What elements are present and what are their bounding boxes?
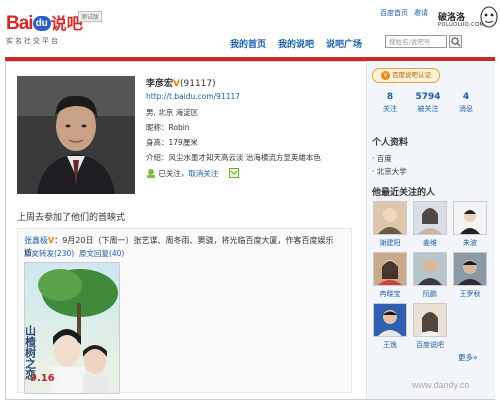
avatar xyxy=(413,252,447,286)
baidu-home-link[interactable]: 百度首页 xyxy=(380,9,408,17)
stat-messages-value: 4 xyxy=(462,92,470,102)
avatar xyxy=(373,201,407,235)
follow-item[interactable]: 谢建阳 xyxy=(371,201,409,248)
follow-item[interactable]: 阮鹏 xyxy=(411,252,449,299)
avatar xyxy=(453,252,487,286)
follow-name: 冉晓宝 xyxy=(379,290,401,298)
avatar xyxy=(373,303,407,337)
profile-avatar xyxy=(17,76,135,194)
stat-messages[interactable]: 4 消息 xyxy=(448,92,484,114)
verified-v-icon: V xyxy=(173,79,180,89)
search-button[interactable] xyxy=(449,35,462,48)
follow-name: 王罗秋 xyxy=(459,290,481,298)
nav-my-shuoba[interactable]: 我的说吧 xyxy=(278,40,314,50)
follow-name: 阮鹏 xyxy=(423,290,437,298)
personal-item: · 北京大学 xyxy=(372,167,407,176)
unfollow-link[interactable]: 取消关注 xyxy=(188,169,218,178)
message-icon[interactable] xyxy=(228,168,239,178)
stat-following-value: 8 xyxy=(386,92,394,102)
site-watermark: 破洛洛 POLUOLUO.COM xyxy=(414,2,500,32)
follow-item[interactable]: 冉晓宝 xyxy=(371,252,409,299)
stat-following[interactable]: 8 关注 xyxy=(372,92,408,114)
avatar xyxy=(373,252,407,286)
follow-name: 王逸 xyxy=(383,341,397,349)
follow-item[interactable]: 王罗秋 xyxy=(451,252,489,299)
followed-label: 已关注， xyxy=(158,169,189,178)
followed-check-icon xyxy=(147,169,155,178)
main-nav: 我的首页 我的说吧 说吧广场 xyxy=(230,37,374,50)
profile-name-line: 李彦宏V(91117) xyxy=(146,76,216,89)
follow-item[interactable]: 百度说吧 xyxy=(411,303,449,350)
logo-bai: Bai xyxy=(6,13,34,34)
profile-photo xyxy=(17,76,135,194)
certification-badge[interactable]: V 百度说吧认证 xyxy=(372,68,440,83)
cert-label: 百度说吧认证 xyxy=(392,71,432,79)
search-input[interactable]: 搜姓名/说吧号 xyxy=(385,35,447,48)
search-icon xyxy=(451,37,461,47)
stat-followers[interactable]: 5794 被关注 xyxy=(410,92,446,114)
follow-item[interactable]: 王逸 xyxy=(371,303,409,350)
post-actions: 原文转发(230) 原文回复(40) xyxy=(24,248,124,259)
post-author[interactable]: 张鑫极 xyxy=(24,236,48,245)
cert-v-icon: V xyxy=(380,71,390,80)
cartoon-face-icon xyxy=(480,6,498,28)
repost-link[interactable]: 原文转发(230) xyxy=(24,249,74,258)
nav-my-home[interactable]: 我的首页 xyxy=(230,40,266,50)
profile-intro: 介绍：风尘水墨才知天高云淡 治海横流方显英雄本色 xyxy=(146,153,321,162)
poster-date: 9.16 xyxy=(30,373,55,384)
profile-name[interactable]: 李彦宏 xyxy=(146,79,173,89)
nav-shuoba-square[interactable]: 说吧广场 xyxy=(326,40,362,50)
profile-uid: (91117) xyxy=(179,79,216,89)
follow-item[interactable]: 朱波 xyxy=(451,201,489,248)
site-watermark-footer: www.dandy.co xyxy=(412,380,470,390)
watermark-url: POLUOLUO.COM xyxy=(438,22,485,28)
movie-poster: 山楂树之恋 9.16 xyxy=(25,263,119,393)
poster-title: 山楂树之恋 xyxy=(25,324,37,380)
header: Bai du 说吧 实名社交平台 测试版 百度首页 邀请 破洛洛 POLUOLUO.C… xyxy=(0,0,500,58)
follow-name: 百度说吧 xyxy=(416,341,444,349)
reply-link[interactable]: 原文回复(40) xyxy=(79,249,124,258)
stat-followers-label: 被关注 xyxy=(417,105,439,113)
follow-name: 朱波 xyxy=(463,239,477,247)
logo-subtitle: 实名社交平台 xyxy=(6,37,60,45)
stat-followers-value: 5794 xyxy=(415,92,441,102)
follow-item[interactable]: 姜维 xyxy=(411,201,449,248)
personal-info-title: 个人资料 xyxy=(372,138,409,148)
feed-title: 上周去参加了他们的首映式 xyxy=(17,213,126,223)
stat-messages-label: 消息 xyxy=(459,105,473,113)
follow-name: 姜维 xyxy=(423,239,437,247)
movie-poster-image[interactable]: 山楂树之恋 9.16 xyxy=(24,262,120,394)
more-follows-link[interactable]: 更多» xyxy=(458,352,478,363)
logo-du: du xyxy=(32,16,51,31)
avatar xyxy=(413,303,447,337)
personal-item-school: 北京大学 xyxy=(376,167,407,176)
avatar xyxy=(413,201,447,235)
follow-name: 谢建阳 xyxy=(379,239,401,247)
stat-following-label: 关注 xyxy=(383,105,397,113)
profile-url-link[interactable]: http://t.baidu.com/91117 xyxy=(146,92,240,101)
personal-item: · 百度 xyxy=(372,154,392,163)
recent-follows-title: 他最近关注的人 xyxy=(372,188,436,198)
profile-height: 身高：179厘米 xyxy=(146,138,198,147)
beta-badge: 测试版 xyxy=(78,11,103,22)
avatar xyxy=(453,201,487,235)
personal-item-company: 百度 xyxy=(376,154,392,163)
profile-nickname: 昵称：Robin xyxy=(146,123,190,132)
baidu-shuoba-logo[interactable]: Bai du 说吧 实名社交平台 xyxy=(6,10,83,46)
follow-status: 已关注，取消关注 xyxy=(146,168,239,179)
profile-gender-location: 男, 北京 海淀区 xyxy=(146,108,199,117)
